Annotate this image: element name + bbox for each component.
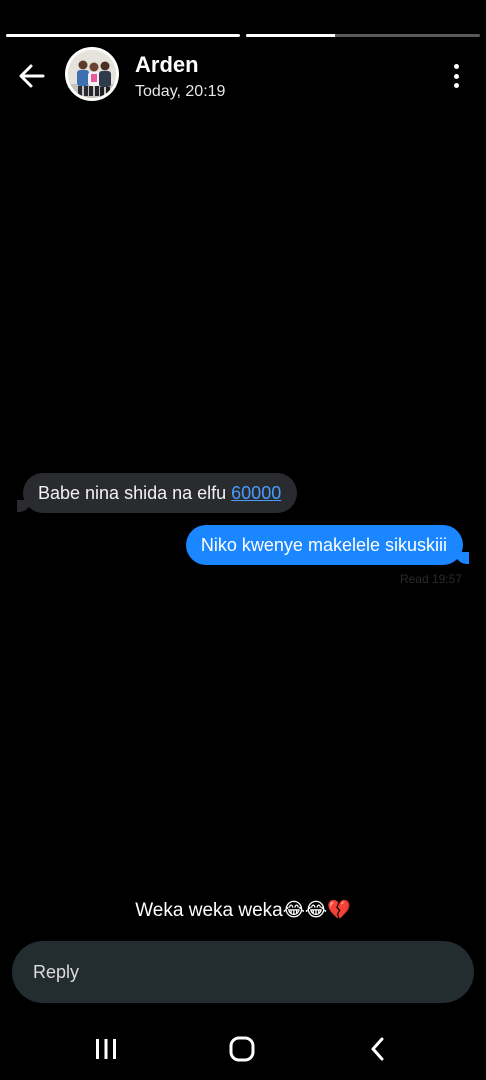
reply-input[interactable]: Reply xyxy=(12,941,474,1003)
phone-number-link[interactable]: 60000 xyxy=(231,483,281,503)
more-vertical-icon xyxy=(453,64,459,69)
home-button[interactable] xyxy=(222,1034,262,1064)
system-navigation-bar xyxy=(0,1020,486,1080)
incoming-message-text: Babe nina shida na elfu xyxy=(38,483,232,503)
outgoing-message-text: Niko kwenye makelele sikuskiii xyxy=(200,535,447,555)
story-progress-segment-2 xyxy=(246,34,480,37)
read-receipt: Read 19:57 xyxy=(399,572,462,586)
story-progress-fill-2 xyxy=(246,34,335,37)
system-back-button[interactable] xyxy=(358,1034,398,1064)
recents-icon xyxy=(96,1039,116,1059)
story-caption: Weka weka weka😂😂💔 xyxy=(135,900,351,921)
back-button[interactable] xyxy=(14,58,50,94)
outgoing-message-bubble: Niko kwenye makelele sikuskiii xyxy=(185,525,470,565)
story-timestamp: Today, 20:19 xyxy=(135,83,226,100)
story-progress-fill-1 xyxy=(6,34,240,37)
avatar[interactable] xyxy=(65,47,119,101)
reply-placeholder: Reply xyxy=(33,961,80,982)
recents-button[interactable] xyxy=(86,1034,126,1064)
arrow-left-icon xyxy=(19,64,45,88)
home-icon xyxy=(229,1036,255,1062)
story-progress-segment-1 xyxy=(6,34,240,37)
avatar-photo xyxy=(68,50,116,98)
incoming-message-bubble: Babe nina shida na elfu 60000 xyxy=(16,473,298,513)
back-chevron-icon xyxy=(371,1037,384,1061)
contact-name: Arden xyxy=(135,52,199,77)
more-options-button[interactable] xyxy=(442,60,470,92)
